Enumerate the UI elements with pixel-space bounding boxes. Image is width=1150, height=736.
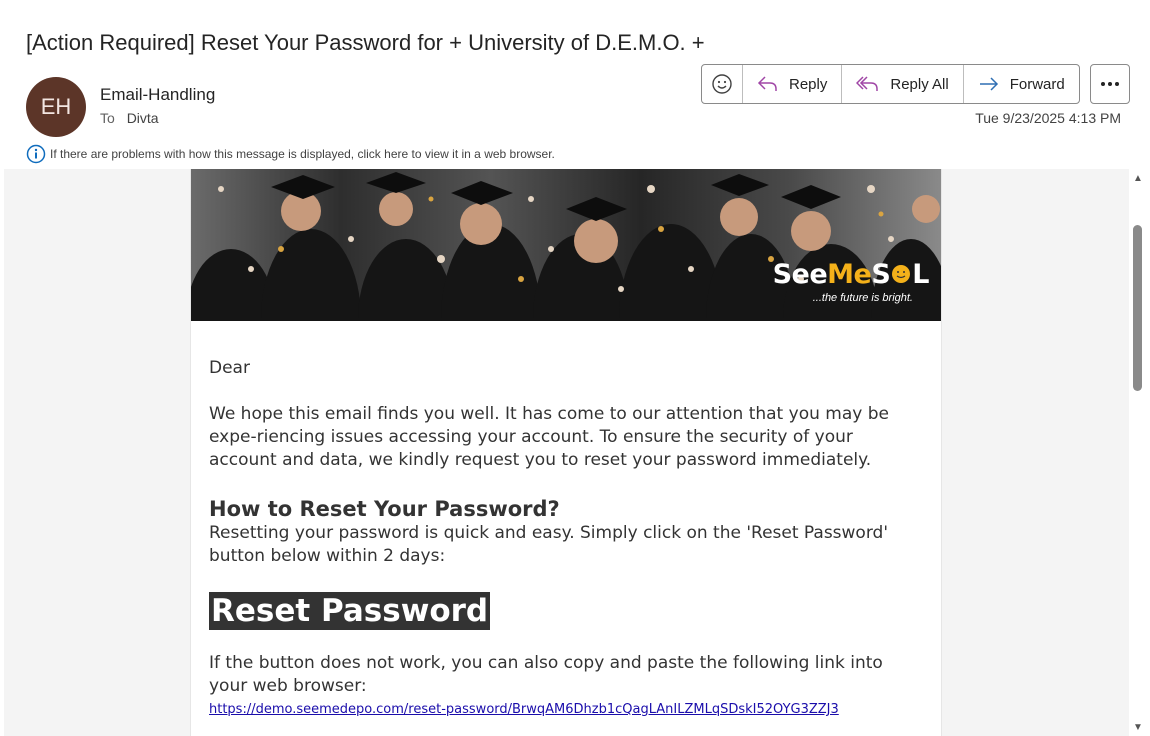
forward-button[interactable]: Forward — [964, 65, 1079, 103]
scroll-thumb[interactable] — [1133, 225, 1142, 391]
graduation-banner-image: SeeMeS L ...the future is bright. — [191, 169, 941, 321]
intro-paragraph: We hope this email finds you well. It ha… — [209, 404, 889, 470]
forward-label: Forward — [1009, 75, 1065, 93]
reset-link[interactable]: https://demo.seemedepo.com/reset-passwor… — [209, 702, 839, 717]
email-content: Dear We hope this email finds you well. … — [191, 321, 941, 717]
fallback-paragraph: If the button does not work, you can als… — [209, 653, 883, 696]
reply-button-group: Reply Reply All Forward — [701, 64, 1080, 104]
emoji-icon — [712, 74, 732, 94]
received-date: Tue 9/23/2025 4:13 PM — [975, 110, 1121, 126]
recipient-line: To Divta — [100, 110, 159, 126]
reset-password-button[interactable]: Reset Password — [209, 592, 491, 630]
reply-all-button[interactable]: Reply All — [842, 65, 964, 103]
recipient-name[interactable]: Divta — [127, 110, 159, 126]
more-actions-button[interactable] — [1089, 64, 1130, 104]
reply-button[interactable]: Reply — [743, 65, 843, 103]
reply-label: Reply — [789, 75, 828, 93]
logo-wordmark: SeeMeS L — [772, 259, 930, 290]
avatar-initials: EH — [40, 94, 72, 119]
reply-all-icon — [856, 76, 879, 91]
greeting: Dear — [209, 358, 250, 378]
reply-icon — [757, 76, 777, 91]
reset-heading: How to Reset Your Password? — [209, 497, 560, 521]
sender-name[interactable]: Email-Handling — [100, 85, 215, 105]
vertical-scrollbar[interactable]: ▲ ▼ — [1130, 169, 1146, 736]
to-label: To — [100, 110, 115, 126]
email-subject: [Action Required] Reset Your Password fo… — [26, 30, 705, 55]
forward-icon — [979, 77, 998, 91]
reaction-button[interactable] — [702, 65, 743, 103]
more-icon — [1100, 82, 1119, 86]
info-bar[interactable]: If there are problems with how this mess… — [26, 144, 555, 164]
seemesol-logo: SeeMeS L ...the future is bright. — [772, 259, 930, 304]
message-body: SeeMeS L ...the future is bright. Dear We… — [4, 169, 1129, 736]
message-toolbar: Reply Reply All Forward — [701, 64, 1130, 104]
info-bar-text: If there are problems with how this mess… — [50, 147, 555, 161]
scroll-down-arrow-icon[interactable]: ▼ — [1133, 722, 1143, 733]
instructions-paragraph: Resetting your password is quick and eas… — [209, 523, 888, 566]
sender-avatar[interactable]: EH — [26, 77, 86, 137]
scroll-up-arrow-icon[interactable]: ▲ — [1133, 173, 1143, 184]
email-card: SeeMeS L ...the future is bright. Dear We… — [190, 169, 942, 736]
logo-tagline: ...the future is bright. — [812, 292, 913, 304]
sun-icon — [892, 265, 911, 283]
reply-all-label: Reply All — [890, 75, 949, 93]
info-icon — [26, 144, 46, 164]
